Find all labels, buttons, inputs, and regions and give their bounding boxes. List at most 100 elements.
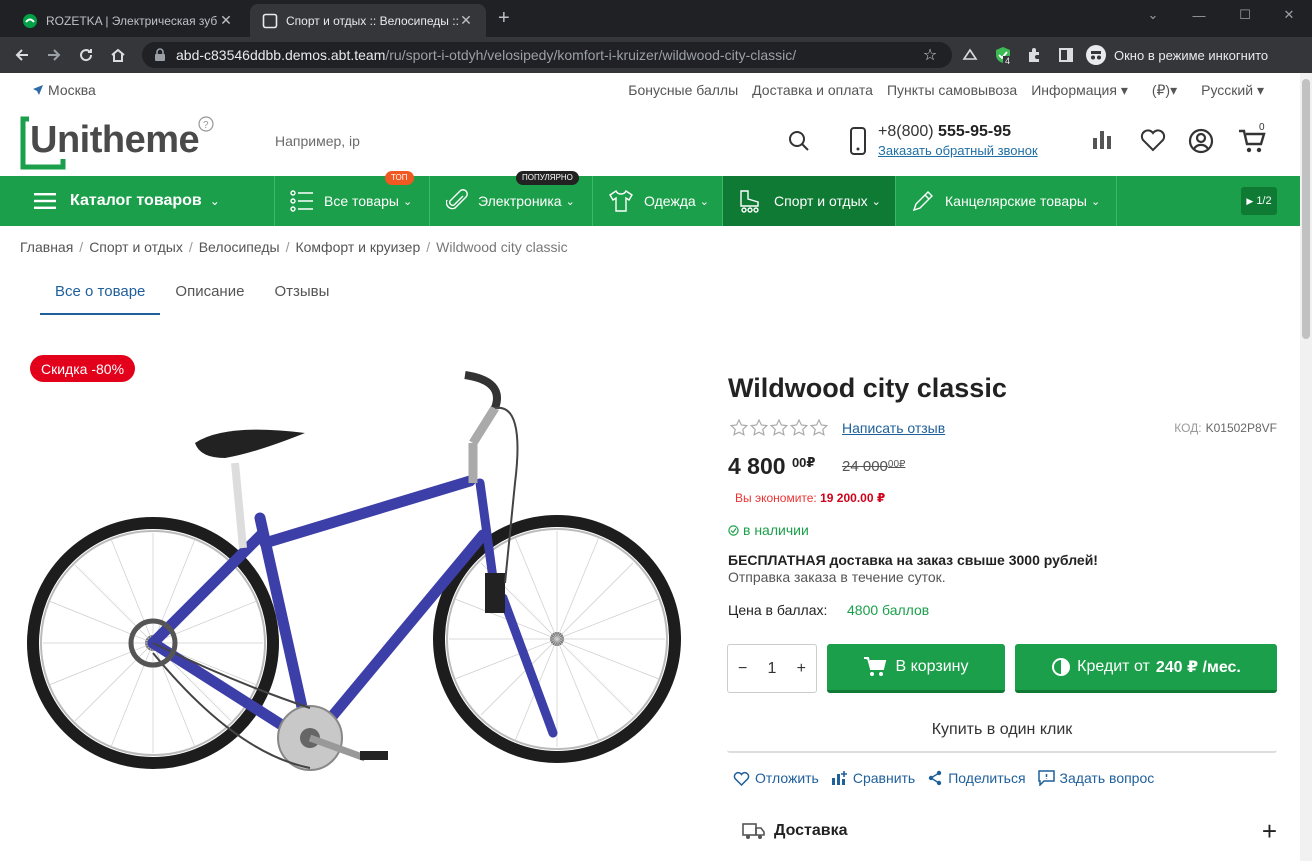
breadcrumb-comfort[interactable]: Комфорт и круизер: [295, 239, 420, 255]
extension-icon[interactable]: [959, 44, 981, 66]
buy-one-click-button[interactable]: Купить в один клик: [727, 709, 1277, 753]
add-to-cart-button[interactable]: В корзину: [827, 644, 1005, 693]
heart-icon: [733, 771, 750, 786]
delivery-accordion[interactable]: Доставка +: [742, 816, 1277, 846]
cart-count-badge: 0: [1259, 122, 1265, 133]
tab-search-icon[interactable]: ⌄: [1130, 0, 1176, 30]
nav-electronics[interactable]: популярно Электроника ⌄: [430, 171, 593, 226]
compare-icon[interactable]: [1092, 128, 1112, 150]
breadcrumb-sport[interactable]: Спорт и отдых: [89, 239, 183, 255]
browser-tab-active[interactable]: Спорт и отдых :: Велосипеды :: К ✕: [250, 4, 486, 37]
bookmark-star-icon[interactable]: ☆: [919, 44, 941, 66]
browser-tab-rozetka[interactable]: ROZETKA | Электрическая зубная ✕: [10, 4, 246, 37]
tab-all-about[interactable]: Все о товаре: [40, 273, 161, 315]
compare-button[interactable]: Сравнить: [831, 770, 915, 786]
nav-sport[interactable]: Спорт и отдых ⌄: [723, 176, 896, 226]
share-button[interactable]: Поделиться: [927, 770, 1026, 786]
incognito-indicator[interactable]: Окно в режиме инкогнито: [1086, 42, 1268, 68]
product-tabs: Все о товаре Описание Отзывы: [40, 273, 344, 315]
back-icon[interactable]: [11, 44, 33, 66]
action-label: Сравнить: [852, 770, 916, 786]
lock-icon: [155, 48, 165, 61]
puzzle-icon[interactable]: [1023, 44, 1045, 66]
link-delivery-payment[interactable]: Доставка и оплата: [752, 82, 873, 99]
catalog-menu-button[interactable]: Каталог товаров ⌄: [0, 176, 275, 226]
nav-pager[interactable]: ▶ 1/2: [1241, 187, 1277, 215]
callback-link[interactable]: Заказать обратный звонок: [878, 143, 1038, 158]
save-for-later-button[interactable]: Отложить: [733, 770, 819, 786]
old-price-currency: ₽: [899, 459, 906, 470]
increase-qty-button[interactable]: +: [797, 660, 806, 678]
old-price-main: 24 000: [842, 458, 888, 475]
star-empty-icon: [790, 419, 808, 436]
delivery-section-label: Доставка: [774, 822, 848, 839]
page-favicon-icon: [262, 13, 278, 28]
breadcrumb: Главная / Спорт и отдых / Велосипеды / Комфорт…: [20, 239, 568, 255]
new-tab-icon[interactable]: +: [498, 8, 510, 28]
sku-value: K01502P8VF: [1205, 421, 1277, 435]
tab-reviews[interactable]: Отзывы: [259, 273, 344, 315]
phone-prefix: +8(800): [878, 123, 934, 140]
language-selector[interactable]: Русский ▾: [1201, 82, 1264, 99]
nav-stationery[interactable]: Канцелярские товары ⌄: [896, 176, 1117, 226]
savings-value: 19 200.00 ₽: [820, 491, 886, 505]
nav-clothing[interactable]: Одежда ⌄: [593, 176, 723, 226]
forward-icon[interactable]: [43, 44, 65, 66]
popular-badge: популярно: [516, 171, 579, 185]
paperclip-icon: [446, 189, 468, 210]
chevron-down-icon: ⌄: [1090, 195, 1101, 208]
nav-label: Электроника: [478, 193, 562, 209]
quantity-value[interactable]: 1: [768, 660, 777, 678]
account-icon[interactable]: [1188, 128, 1214, 154]
browser-tab-bar: ROZETKA | Электрическая зубная ✕ Спорт и…: [0, 0, 1312, 37]
site-logo[interactable]: ? Unitheme: [20, 115, 214, 170]
link-information[interactable]: Информация ▾: [1031, 82, 1128, 99]
free-delivery-rest: доставка на заказ свыше 3000 рублей!: [825, 552, 1098, 568]
nav-all-products[interactable]: топ Все товары ⌄: [275, 171, 430, 226]
current-price: 4 800 00₽: [728, 453, 815, 480]
quantity-stepper[interactable]: − 1 +: [727, 644, 817, 693]
credit-button[interactable]: Кредит от 240 ₽ /мес.: [1015, 644, 1277, 693]
phone-number[interactable]: +8(800) 555-95-95: [878, 123, 1011, 141]
url-input[interactable]: abd-c83546ddbb.demos.abt.team/ru/sport-i…: [142, 42, 952, 68]
breadcrumb-bicycles[interactable]: Велосипеды: [199, 239, 280, 255]
wishlist-heart-icon[interactable]: [1140, 128, 1166, 152]
tab-description[interactable]: Описание: [160, 273, 259, 315]
product-image[interactable]: [25, 363, 685, 793]
pencil-icon: [912, 191, 933, 212]
link-bonus-points[interactable]: Бонусные баллы: [628, 82, 738, 99]
scrollbar-thumb[interactable]: [1302, 79, 1310, 339]
city-selector[interactable]: Москва: [32, 82, 96, 98]
side-panel-icon[interactable]: [1055, 44, 1077, 66]
catalog-label: Каталог товаров: [70, 192, 202, 209]
price-cents: 00: [791, 455, 807, 470]
minimize-icon[interactable]: —: [1176, 0, 1222, 30]
breadcrumb-home[interactable]: Главная: [20, 239, 73, 255]
write-review-link[interactable]: Написать отзыв: [842, 420, 945, 436]
close-window-icon[interactable]: ✕: [1266, 0, 1312, 30]
page-scrollbar[interactable]: [1300, 73, 1312, 861]
truck-icon: [742, 823, 765, 839]
close-tab-icon[interactable]: ✕: [218, 12, 234, 29]
shield-extension-icon[interactable]: 4: [992, 44, 1014, 66]
reload-icon[interactable]: [75, 44, 97, 66]
close-tab-icon[interactable]: ✕: [458, 12, 474, 29]
nav-label: Канцелярские товары: [945, 193, 1087, 209]
url-host: abd-c83546ddbb.demos.abt.team: [176, 47, 386, 63]
compare-add-icon: [831, 771, 847, 785]
phone-digits: 555-95-95: [938, 123, 1011, 140]
decrease-qty-button[interactable]: −: [738, 660, 747, 678]
expand-plus-icon[interactable]: +: [1262, 816, 1277, 847]
breadcrumb-current: Wildwood city classic: [436, 239, 568, 255]
action-label: Отложить: [755, 770, 819, 786]
search-input[interactable]: Например, ip: [275, 133, 360, 149]
home-icon[interactable]: [107, 44, 129, 66]
phone-icon: [850, 127, 866, 155]
currency-selector[interactable]: (₽)▾: [1152, 82, 1177, 99]
rating-stars[interactable]: [730, 419, 828, 436]
search-icon[interactable]: [788, 130, 810, 152]
chevron-down-icon: ⌄: [871, 195, 881, 208]
link-pickup-points[interactable]: Пункты самовывоза: [887, 82, 1017, 99]
ask-question-button[interactable]: Задать вопрос: [1037, 770, 1154, 786]
maximize-icon[interactable]: ☐: [1222, 0, 1268, 30]
